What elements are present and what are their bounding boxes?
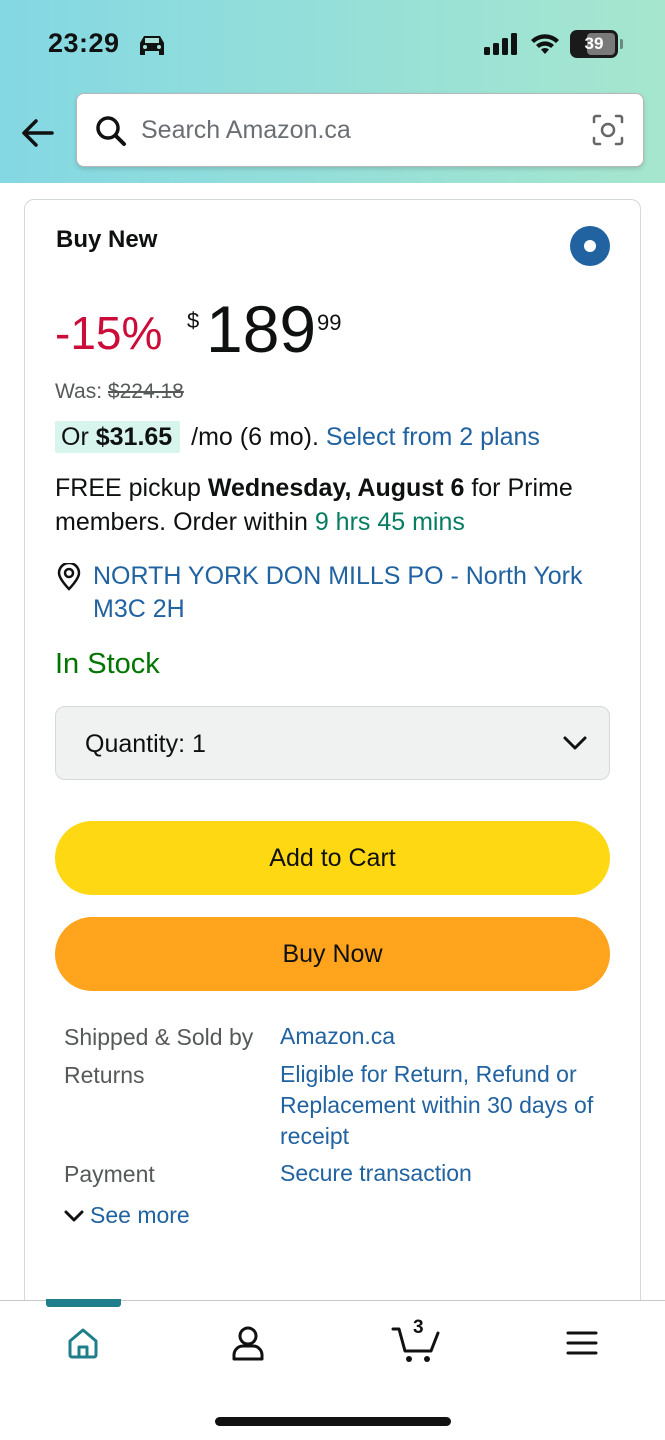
was-label: Was: bbox=[55, 380, 103, 403]
pickup-location-link[interactable]: NORTH YORK DON MILLS PO - North York M3C… bbox=[93, 560, 593, 626]
battery-icon: 39 bbox=[570, 30, 618, 58]
menu-icon bbox=[566, 1331, 598, 1355]
discount-percent: -15% bbox=[55, 307, 163, 359]
status-icons: 39 bbox=[484, 30, 623, 58]
back-arrow-icon[interactable] bbox=[18, 113, 58, 153]
search-bar[interactable] bbox=[76, 93, 644, 167]
quantity-label: Quantity: bbox=[85, 730, 186, 758]
monthly-chip: Or $31.65 bbox=[55, 421, 181, 453]
pickup-info: FREE pickup Wednesday, August 6 for Prim… bbox=[55, 471, 625, 539]
home-icon bbox=[68, 1328, 98, 1359]
shipped-sold-value[interactable]: Amazon.ca bbox=[280, 1021, 610, 1052]
nav-account[interactable] bbox=[218, 1318, 278, 1368]
car-icon bbox=[140, 36, 164, 55]
home-indicator bbox=[215, 1417, 451, 1426]
search-icon bbox=[96, 116, 126, 146]
pickup-date: Wednesday, August 6 bbox=[207, 474, 465, 502]
was-price-row: Was: $224.18 bbox=[55, 380, 184, 404]
status-time: 23:29 bbox=[48, 28, 120, 58]
header: 23:29 39 bbox=[0, 0, 665, 183]
returns-policy-link[interactable]: Eligible for Return, Refund or Replaceme… bbox=[280, 1059, 610, 1152]
add-to-cart-label: Add to Cart bbox=[269, 843, 396, 872]
order-countdown: 9 hrs 45 mins bbox=[314, 508, 465, 536]
monthly-suffix: /mo (6 mo). bbox=[191, 423, 319, 451]
quantity-text: Quantity: 1 bbox=[85, 730, 206, 759]
was-price: $224.18 bbox=[107, 380, 184, 403]
buy-now-button[interactable]: Buy Now bbox=[55, 917, 610, 991]
quantity-dropdown[interactable]: Quantity: 1 bbox=[55, 706, 610, 780]
pickup-prefix: FREE pickup bbox=[55, 474, 201, 502]
chevron-down-icon bbox=[563, 736, 587, 750]
buy-new-radio[interactable] bbox=[570, 226, 610, 266]
price-whole: 189 bbox=[206, 292, 317, 366]
see-more-toggle[interactable]: See more bbox=[64, 1202, 190, 1229]
chevron-down-icon bbox=[64, 1210, 84, 1221]
user-icon bbox=[232, 1326, 264, 1361]
active-tab-indicator bbox=[46, 1299, 121, 1307]
quantity-value: 1 bbox=[192, 730, 206, 758]
price-currency: $ bbox=[187, 308, 200, 333]
nav-menu[interactable] bbox=[552, 1318, 612, 1368]
buy-now-label: Buy Now bbox=[282, 939, 383, 968]
payment-label: Payment bbox=[64, 1161, 155, 1187]
price-fraction: 99 bbox=[317, 310, 342, 335]
wifi-icon bbox=[531, 34, 559, 54]
shipped-sold-label: Shipped & Sold by bbox=[64, 1024, 254, 1050]
returns-label: Returns bbox=[64, 1062, 145, 1088]
monthly-payment: Or $31.65 /mo (6 mo). Select from 2 plan… bbox=[55, 421, 540, 453]
location-pin-icon bbox=[57, 563, 81, 591]
cellular-signal-icon bbox=[484, 33, 517, 55]
monthly-amount: $31.65 bbox=[95, 423, 173, 451]
buy-new-title: Buy New bbox=[56, 226, 158, 253]
monthly-prefix: Or bbox=[61, 423, 89, 451]
availability-status: In Stock bbox=[55, 648, 160, 680]
battery-level: 39 bbox=[584, 34, 604, 53]
see-more-label: See more bbox=[90, 1202, 190, 1228]
camera-scan-icon[interactable] bbox=[590, 112, 626, 148]
cart-count-badge: 3 bbox=[413, 1317, 424, 1338]
select-plans-link[interactable]: Select from 2 plans bbox=[326, 423, 540, 451]
nav-home[interactable] bbox=[53, 1318, 113, 1368]
add-to-cart-button[interactable]: Add to Cart bbox=[55, 821, 610, 895]
secure-transaction-link[interactable]: Secure transaction bbox=[280, 1158, 610, 1189]
search-input[interactable] bbox=[141, 112, 581, 148]
